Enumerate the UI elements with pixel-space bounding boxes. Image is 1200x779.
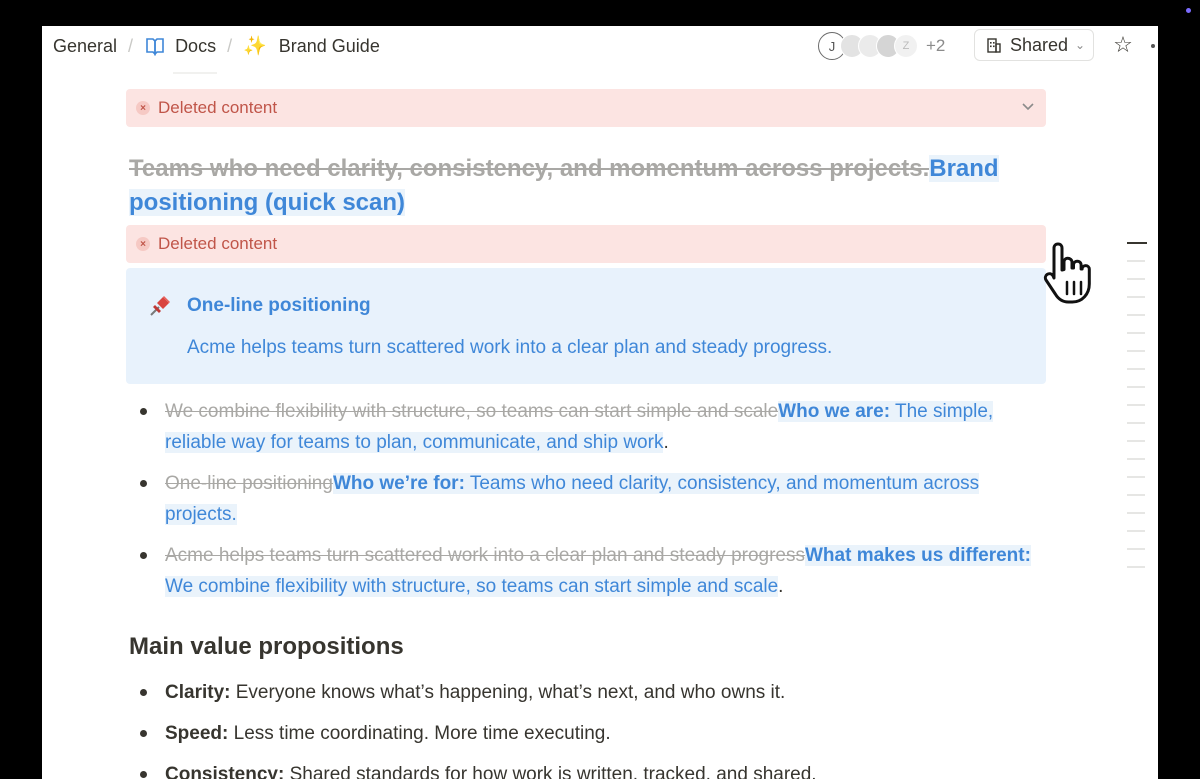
list-item[interactable]: One-line positioningWho we’re for: Teams… — [129, 468, 1044, 530]
outline-tick[interactable] — [1127, 296, 1145, 298]
outline-tick[interactable] — [1127, 350, 1145, 352]
outline-tick[interactable] — [1127, 386, 1145, 388]
deleted-text: We combine flexibility with structure, s… — [165, 401, 779, 422]
added-label: Who we are: — [778, 401, 891, 422]
breadcrumb-brand-guide[interactable]: ✨ Brand Guide — [243, 34, 380, 58]
list-item-term: Speed: — [165, 723, 229, 744]
share-button[interactable]: Shared ⌄ — [974, 29, 1094, 61]
building-icon — [985, 36, 1003, 54]
list-item-text: Everyone knows what’s happening, what’s … — [230, 682, 786, 703]
hand-cursor-icon — [1043, 242, 1091, 304]
breadcrumb-general[interactable]: General — [53, 36, 117, 57]
outline-tick[interactable] — [1127, 332, 1145, 334]
outline-tick[interactable] — [1127, 260, 1145, 262]
outline-tick[interactable] — [1127, 566, 1145, 568]
outline-tick[interactable] — [1127, 458, 1145, 460]
share-button-label: Shared — [1010, 34, 1069, 55]
list-item-text: Less time coordinating. More time execut… — [228, 723, 611, 744]
list-item-term: Clarity: — [165, 682, 231, 703]
outline-tick[interactable] — [1127, 548, 1145, 550]
outline-tick[interactable] — [1127, 440, 1145, 442]
breadcrumb-label: Docs — [175, 35, 217, 56]
positioning-list: We combine flexibility with structure, s… — [129, 396, 1044, 612]
pushpin-icon — [146, 292, 174, 320]
chevron-down-icon[interactable] — [1020, 98, 1036, 114]
breadcrumb-separator: / — [128, 35, 134, 56]
document-page: General / Docs / ✨ Brand Guide J Z +2 Sh… — [42, 26, 1158, 779]
list-item-text: Shared standards for how work is written… — [284, 764, 817, 779]
added-text: We combine flexibility with structure, s… — [165, 576, 779, 597]
added-label: Who we’re for: — [332, 473, 465, 494]
value-props-list: Clarity: Everyone knows what’s happening… — [129, 677, 1044, 779]
outline-tick[interactable] — [1127, 278, 1145, 280]
list-item[interactable]: Clarity: Everyone knows what’s happening… — [129, 677, 1044, 708]
breadcrumb-label: General — [53, 35, 118, 56]
collaborator-avatars[interactable]: J Z +2 — [818, 32, 945, 60]
outline-tick[interactable] — [1127, 530, 1145, 532]
list-item-tail: . — [663, 432, 669, 453]
outline-tick[interactable] — [1127, 368, 1145, 370]
deleted-content-label: Deleted content — [158, 234, 278, 253]
breadcrumb: General / Docs / ✨ Brand Guide — [53, 26, 380, 66]
outline-tick[interactable] — [1127, 512, 1145, 514]
sparkle-icon: ✨ — [243, 36, 267, 57]
callout-block[interactable]: One-line positioning Acme helps teams tu… — [126, 268, 1046, 384]
list-item[interactable]: Consistency: Shared standards for how wo… — [129, 759, 1044, 779]
avatar: Z — [894, 34, 918, 58]
deleted-content-label: Deleted content — [158, 98, 278, 117]
deleted-content-banner[interactable]: × Deleted content — [126, 225, 1046, 263]
outline-tick[interactable] — [1127, 404, 1145, 406]
deleted-content-banner[interactable]: × Deleted content — [126, 89, 1046, 127]
list-item[interactable]: We combine flexibility with structure, s… — [129, 396, 1044, 458]
close-icon: × — [136, 237, 150, 251]
breadcrumb-label: Brand Guide — [278, 35, 380, 56]
outline-tick[interactable] — [1127, 494, 1145, 496]
top-bar: General / Docs / ✨ Brand Guide J Z +2 Sh… — [42, 26, 1158, 66]
outline-minimap[interactable] — [1127, 242, 1149, 584]
callout-title: One-line positioning — [187, 295, 371, 316]
deleted-text: One-line positioning — [165, 473, 333, 494]
divider — [173, 72, 217, 74]
breadcrumb-docs[interactable]: Docs — [144, 35, 216, 57]
list-item-tail: . — [778, 576, 784, 597]
list-item-term: Consistency: — [165, 764, 285, 779]
outline-tick[interactable] — [1127, 476, 1145, 478]
added-label: What makes us different: — [805, 545, 1031, 566]
breadcrumb-separator: / — [227, 35, 233, 56]
section-heading-diff[interactable]: Teams who need clarity, consistency, and… — [129, 152, 1044, 220]
status-dot — [1186, 8, 1191, 13]
outline-tick[interactable] — [1127, 422, 1145, 424]
outline-tick[interactable] — [1127, 242, 1147, 244]
deleted-text: Acme helps teams turn scattered work int… — [165, 545, 805, 566]
outline-tick[interactable] — [1127, 314, 1145, 316]
more-icon[interactable] — [1151, 44, 1155, 48]
value-props-heading[interactable]: Main value propositions — [129, 633, 404, 661]
book-icon — [144, 35, 166, 57]
more-collaborators-count[interactable]: +2 — [926, 36, 945, 56]
list-item[interactable]: Speed: Less time coordinating. More time… — [129, 718, 1044, 749]
deleted-text: Teams who need clarity, consistency, and… — [129, 155, 930, 182]
close-icon: × — [136, 101, 150, 115]
callout-body: Acme helps teams turn scattered work int… — [187, 337, 833, 358]
star-icon[interactable]: ☆ — [1111, 31, 1135, 59]
list-item[interactable]: Acme helps teams turn scattered work int… — [129, 540, 1044, 602]
chevron-down-icon: ⌄ — [1075, 38, 1086, 52]
